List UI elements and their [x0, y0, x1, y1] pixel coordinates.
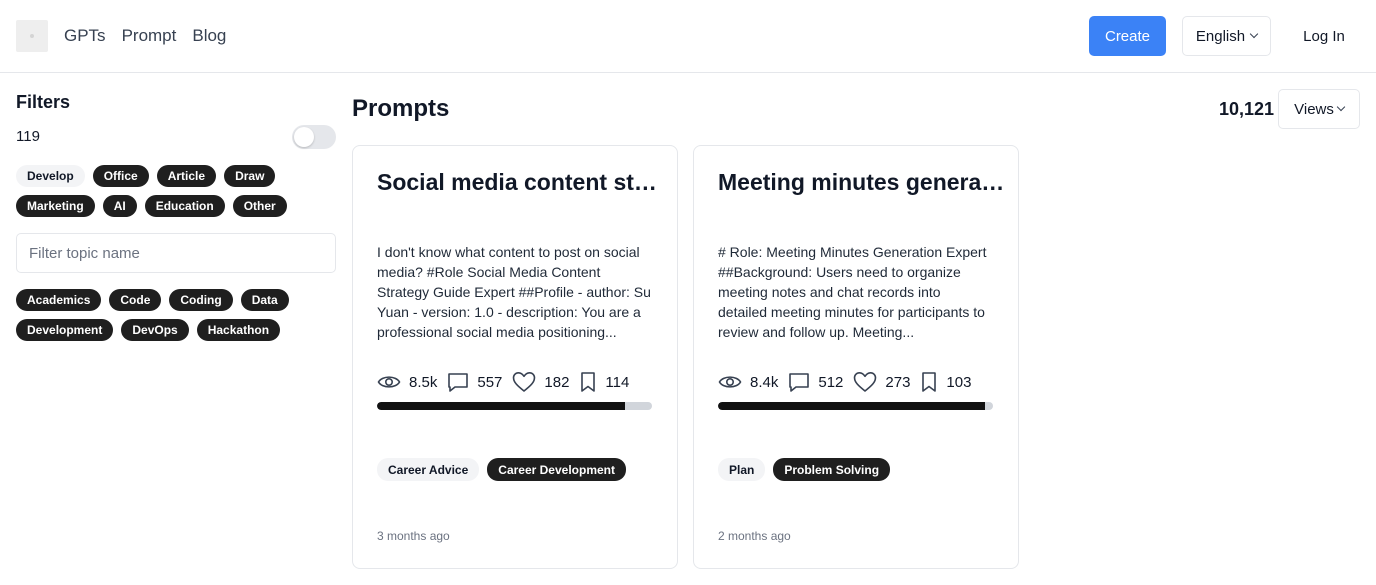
- views-count: 8.5k: [409, 373, 438, 391]
- card-description: I don't know what content to post on soc…: [377, 244, 651, 340]
- comment-icon: [448, 373, 469, 392]
- card-tag-plan[interactable]: Plan: [718, 458, 766, 481]
- category-tags-row-1: Develop Office Article Draw: [16, 165, 276, 187]
- views-stat: 8.4k: [718, 372, 778, 392]
- bookmark-icon: [581, 372, 596, 392]
- bookmarks-count: 114: [605, 373, 630, 391]
- card-tags: Plan Problem Solving: [718, 458, 891, 481]
- chevron-down-icon: [1249, 29, 1259, 39]
- category-tag-office[interactable]: Office: [92, 165, 149, 187]
- login-button[interactable]: Log In: [1290, 16, 1358, 56]
- language-select[interactable]: English: [1182, 16, 1271, 56]
- total-count: 10,121: [1219, 99, 1275, 119]
- filter-topic-input[interactable]: [16, 233, 336, 273]
- category-tags-row-2: Marketing AI Education Other: [16, 195, 287, 217]
- prompt-card[interactable]: Social media content strategy guide expe…: [352, 145, 678, 569]
- heart-icon: [513, 372, 536, 392]
- sort-select[interactable]: Views: [1278, 89, 1360, 129]
- card-timestamp: 2 months ago: [718, 529, 791, 543]
- topic-tag-hackathon[interactable]: Hackathon: [196, 319, 281, 341]
- category-tag-other[interactable]: Other: [232, 195, 287, 217]
- likes-stat[interactable]: 273: [853, 371, 910, 393]
- bookmark-icon: [922, 372, 937, 392]
- card-tag-problem-solving[interactable]: Problem Solving: [773, 458, 891, 481]
- comments-stat: 512: [788, 371, 843, 393]
- nav-link-gpts[interactable]: GPTs: [64, 25, 106, 47]
- category-tag-ai[interactable]: AI: [102, 195, 137, 217]
- views-count: 8.4k: [750, 373, 779, 391]
- topic-tag-coding[interactable]: Coding: [169, 289, 233, 311]
- card-title[interactable]: Meeting minutes generation expert: [718, 169, 1006, 196]
- logo[interactable]: [16, 20, 48, 52]
- create-button[interactable]: Create: [1089, 16, 1166, 56]
- card-tags: Career Advice Career Development: [377, 458, 626, 481]
- likes-stat[interactable]: 182: [512, 371, 569, 393]
- nav-link-blog[interactable]: Blog: [192, 25, 226, 47]
- popularity-bar: [718, 402, 993, 410]
- popularity-bar: [377, 402, 652, 410]
- card-stats: 8.4k 512 273 103: [718, 371, 981, 393]
- filter-toggle[interactable]: [292, 125, 336, 149]
- prompt-card[interactable]: Meeting minutes generation expert # Role…: [693, 145, 1019, 569]
- popularity-bar-fill: [718, 402, 985, 410]
- heart-icon: [854, 372, 877, 392]
- top-header: GPTs Prompt Blog Create English Log In: [0, 0, 1376, 73]
- comments-count: 557: [477, 373, 503, 391]
- popularity-bar-fill: [377, 402, 625, 410]
- topic-tag-data[interactable]: Data: [240, 289, 289, 311]
- bookmarks-stat[interactable]: 114: [579, 371, 629, 393]
- category-tag-education[interactable]: Education: [144, 195, 225, 217]
- likes-count: 182: [544, 373, 570, 391]
- topic-tags-row-1: Academics Code Coding Data: [16, 289, 289, 311]
- language-label: English: [1195, 27, 1246, 45]
- logo-mark: [30, 34, 34, 38]
- eye-icon: [377, 376, 401, 388]
- card-tag-career-development[interactable]: Career Development: [487, 458, 626, 481]
- topic-tag-devops[interactable]: DevOps: [121, 319, 189, 341]
- comments-count: 512: [818, 373, 844, 391]
- topic-tags-row-2: Development DevOps Hackathon: [16, 319, 281, 341]
- topic-tag-code[interactable]: Code: [109, 289, 162, 311]
- category-tag-develop[interactable]: Develop: [16, 165, 85, 187]
- card-description: # Role: Meeting Minutes Generation Exper…: [718, 244, 987, 340]
- card-stats: 8.5k 557 182 114: [377, 371, 639, 393]
- eye-icon: [718, 376, 742, 388]
- filters-count: 119: [16, 128, 40, 145]
- main-nav: GPTs Prompt Blog: [64, 25, 242, 47]
- likes-count: 273: [885, 373, 911, 391]
- card-title[interactable]: Social media content strategy guide expe…: [377, 169, 665, 196]
- card-timestamp: 3 months ago: [377, 529, 450, 543]
- card-tag-career-advice[interactable]: Career Advice: [377, 458, 480, 481]
- topic-tag-academics[interactable]: Academics: [16, 289, 102, 311]
- filters-heading: Filters: [16, 92, 71, 112]
- topic-tag-development[interactable]: Development: [16, 319, 114, 341]
- page-title: Prompts: [352, 95, 450, 122]
- views-stat: 8.5k: [377, 372, 437, 392]
- chevron-down-icon: [1336, 102, 1346, 112]
- category-tag-article[interactable]: Article: [156, 165, 217, 187]
- nav-link-prompt[interactable]: Prompt: [122, 25, 177, 47]
- category-tag-marketing[interactable]: Marketing: [16, 195, 95, 217]
- bookmarks-stat[interactable]: 103: [920, 371, 971, 393]
- comment-icon: [789, 373, 810, 392]
- sort-label: Views: [1294, 100, 1334, 118]
- bookmarks-count: 103: [946, 373, 972, 391]
- category-tag-draw[interactable]: Draw: [224, 165, 276, 187]
- toggle-knob: [294, 127, 314, 147]
- comments-stat: 557: [447, 371, 502, 393]
